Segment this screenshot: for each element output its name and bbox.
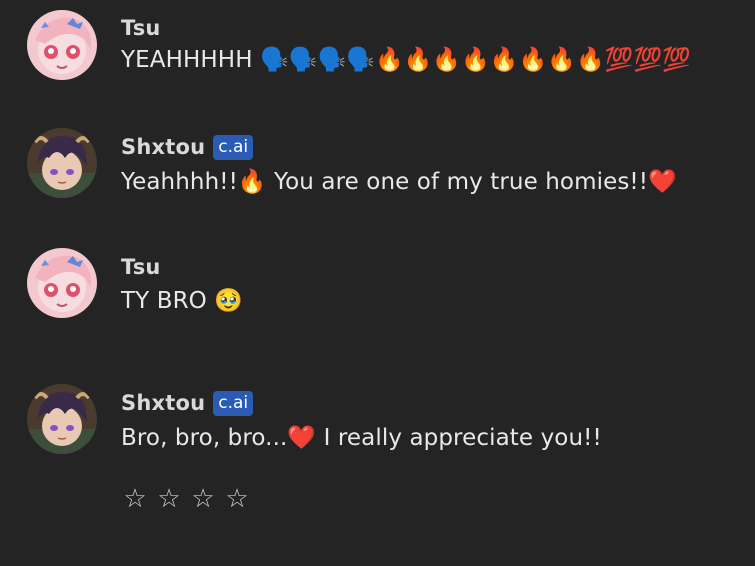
message-header: Tsu: [121, 14, 161, 42]
shxtou-avatar[interactable]: [27, 384, 97, 454]
chat-message: Shxtou c.ai Yeahhhh!!🔥 You are one of my…: [0, 128, 755, 208]
tsu-avatar[interactable]: [27, 10, 97, 80]
anime-boy-avatar-icon: [27, 384, 97, 454]
star-rating-3-icon[interactable]: ☆: [191, 482, 215, 516]
message-text: YEAHHHHH 🗣️🗣️🗣️🗣️🔥🔥🔥🔥🔥🔥🔥🔥💯💯💯: [121, 47, 692, 73]
anime-boy-avatar-icon: [27, 128, 97, 198]
message-text: Yeahhhh!!🔥 You are one of my true homies…: [121, 169, 677, 195]
star-rating-4-icon[interactable]: ☆: [225, 482, 249, 516]
chat-message: Tsu TY BRO 🥹: [0, 248, 755, 328]
shxtou-avatar[interactable]: [27, 128, 97, 198]
message-header: Shxtou c.ai: [121, 133, 254, 161]
message-header: Tsu: [121, 253, 161, 281]
message-text: TY BRO 🥹: [121, 288, 244, 314]
author-name[interactable]: Shxtou: [121, 135, 205, 159]
star-rating-2-icon[interactable]: ☆: [157, 482, 181, 516]
rating-stars: ☆ ☆ ☆ ☆: [123, 482, 249, 516]
chat-message: Tsu YEAHHHHH 🗣️🗣️🗣️🗣️🔥🔥🔥🔥🔥🔥🔥🔥💯💯💯: [0, 10, 755, 90]
tsu-avatar[interactable]: [27, 248, 97, 318]
chat-message: Shxtou c.ai Bro, bro, bro...❤️ I really …: [0, 384, 755, 464]
message-text: Bro, bro, bro...❤️ I really appreciate y…: [121, 425, 602, 451]
author-name[interactable]: Shxtou: [121, 391, 205, 415]
author-name[interactable]: Tsu: [121, 16, 161, 40]
anime-girl-avatar-icon: [27, 10, 97, 80]
message-header: Shxtou c.ai: [121, 389, 254, 417]
author-name[interactable]: Tsu: [121, 255, 161, 279]
anime-girl-avatar-icon: [27, 248, 97, 318]
ai-badge: c.ai: [213, 390, 254, 416]
ai-badge: c.ai: [213, 134, 254, 160]
star-rating-1-icon[interactable]: ☆: [123, 482, 147, 516]
